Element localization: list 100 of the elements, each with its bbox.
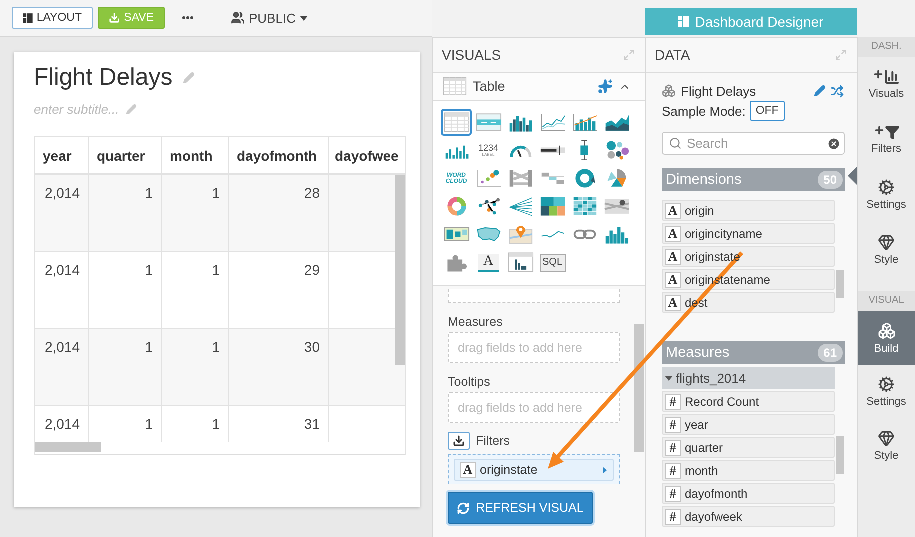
column-header[interactable]: dayofmonth (229, 137, 329, 173)
users-icon (231, 11, 245, 25)
field-type-glyph: A (665, 248, 681, 264)
fan-lines-icon (508, 196, 534, 217)
side-nav-item[interactable]: Style (858, 419, 915, 473)
kpi-number: 1234 (478, 144, 499, 153)
side-nav-item[interactable]: Settings (858, 167, 915, 222)
shuffle-icon[interactable] (831, 84, 844, 98)
caret-down-icon (300, 16, 308, 20)
bar-chart-icon (604, 224, 630, 245)
scatter-plot-icon (476, 168, 502, 189)
field-type-glyph: # (665, 416, 681, 432)
table-icon (443, 77, 467, 96)
group-name: flights_2014 (676, 370, 746, 386)
field-item[interactable]: # year (662, 414, 835, 435)
map-pin-icon (508, 224, 534, 245)
layout-icon (678, 16, 690, 27)
scrollbar[interactable] (395, 175, 405, 365)
side-nav-item[interactable]: Filters (858, 112, 915, 167)
side-section-title: VISUAL (858, 291, 915, 311)
search-field[interactable]: Search (662, 132, 845, 155)
filter-chip[interactable]: A originstate (454, 459, 614, 481)
visibility-dropdown[interactable]: PUBLIC (231, 10, 308, 26)
table-cell: 29 (229, 252, 329, 328)
side-section-title: DASH. (858, 37, 915, 57)
table-cell: 1 (162, 252, 229, 328)
field-type-glyph: A (665, 226, 681, 242)
field-item[interactable]: # month (662, 460, 835, 481)
caret-right-icon (603, 466, 607, 474)
field-name: month (685, 464, 718, 478)
caret-down-icon (665, 374, 673, 382)
table-cell: 2,014 (35, 175, 89, 251)
table-cell: 1 (162, 329, 229, 405)
download-icon (109, 12, 120, 24)
layout-icon (23, 12, 33, 24)
field-item[interactable]: # dayofmonth (662, 483, 835, 504)
field-item[interactable]: # Record Count (662, 391, 835, 412)
table-cell: 28 (229, 175, 329, 251)
shelf-label: Tooltips (448, 375, 492, 389)
sql-label: SQL (540, 254, 566, 272)
sample-mode-label: Sample Mode: (662, 104, 746, 118)
field-name: year (685, 418, 708, 432)
visual-type-button[interactable]: SQL (537, 249, 568, 276)
field-group[interactable]: flights_2014 (662, 367, 835, 389)
shelf-label: Filters (476, 434, 510, 448)
field-type-glyph: # (665, 508, 681, 524)
cubes-icon (662, 84, 676, 98)
field-name: dayofmonth (685, 486, 748, 500)
column-header[interactable]: year (35, 137, 89, 173)
side-nav-item[interactable]: Style (858, 222, 915, 277)
field-item[interactable]: # dayofweek (662, 506, 835, 527)
refresh-icon (457, 502, 470, 514)
field-item[interactable]: A origincityname (662, 223, 835, 244)
filter-drop-zone[interactable]: A originstate (448, 454, 620, 484)
table-cell: 2,014 (35, 329, 89, 405)
search-icon (669, 137, 682, 150)
scrollbar[interactable] (634, 324, 644, 452)
panel-title: VISUALS (442, 47, 502, 63)
diamond-icon (878, 430, 895, 447)
column-header[interactable]: dayofwee (329, 137, 405, 173)
combo-chart-icon (572, 112, 598, 133)
table-cell: 30 (229, 329, 329, 405)
field-type-glyph: A (665, 202, 681, 218)
more-icon (182, 16, 194, 20)
field-name: origin (685, 204, 714, 218)
scrollbar[interactable] (836, 270, 844, 298)
filter-download-button[interactable] (448, 432, 470, 450)
field-type-glyph: # (665, 486, 681, 502)
treemap-icon (540, 196, 566, 217)
visual-type-button[interactable]: A (473, 249, 504, 276)
section-title: Measures (666, 344, 730, 360)
add-chart-icon (873, 69, 900, 85)
field-item[interactable]: # quarter (662, 437, 835, 458)
table-icon (444, 112, 470, 133)
panel-title: DATA (655, 47, 690, 63)
scrollbar[interactable] (35, 442, 101, 452)
scrollbar[interactable] (836, 436, 844, 474)
sparkles-icon[interactable] (598, 79, 613, 94)
field-type-glyph: # (665, 440, 681, 456)
table-cell: 1 (89, 329, 162, 405)
layout-button[interactable]: LAYOUT (12, 7, 93, 29)
refresh-visual-button[interactable]: REFRESH VISUAL (448, 492, 593, 524)
field-name: Record Count (685, 394, 760, 408)
dashboard-title: Flight Delays (34, 64, 173, 92)
field-item[interactable]: A origin (662, 200, 835, 221)
cubes-icon (878, 322, 896, 340)
side-nav-item[interactable]: Build (858, 311, 915, 365)
field-name: dayofweek (685, 510, 742, 524)
gear-bands-icon (604, 196, 630, 217)
column-header[interactable]: quarter (89, 137, 162, 173)
side-nav-item[interactable]: Visuals (858, 57, 915, 112)
box-plot-icon (580, 140, 589, 161)
side-nav-item[interactable]: Settings (858, 365, 915, 419)
rich-text-glyph: A (478, 254, 499, 272)
field-type-glyph: A (665, 272, 681, 288)
designer-title: Dashboard Designer (695, 14, 824, 30)
pencil-icon[interactable] (814, 85, 826, 97)
column-header[interactable]: month (162, 137, 229, 173)
settings-icon (878, 178, 895, 196)
sample-mode-toggle[interactable]: OFF (750, 101, 785, 121)
